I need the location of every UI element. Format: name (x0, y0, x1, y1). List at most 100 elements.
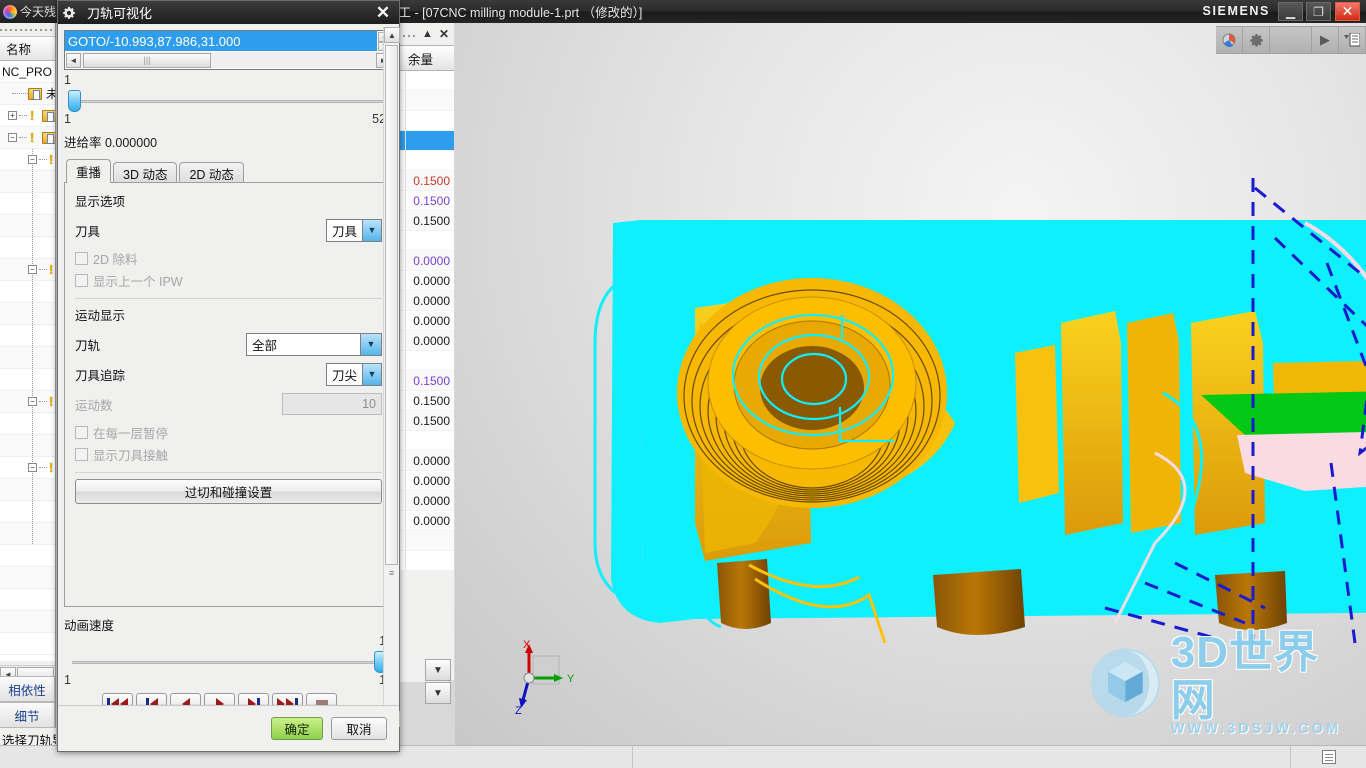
motion-slider[interactable] (64, 90, 393, 112)
table-row[interactable] (398, 351, 454, 371)
dialog-close-icon[interactable]: ✕ (367, 1, 399, 24)
tree-expander-plus[interactable]: + (8, 111, 17, 120)
tree-expander-minus[interactable]: − (28, 155, 37, 164)
scrollbar-thumb[interactable]: ||| (83, 52, 211, 68)
table-row[interactable]: 0.0000 (398, 311, 454, 331)
graphics-viewport[interactable]: ▶ 3D世界网 WWW.3DSJW.COM (455, 23, 1366, 745)
table-row[interactable]: 0.0000 (398, 271, 454, 291)
table-row[interactable]: 0.0000 (398, 251, 454, 271)
tab-replay[interactable]: 重播 (66, 159, 112, 183)
chevron-down-icon[interactable]: ▼ (362, 219, 381, 241)
taskbar-app-chip[interactable]: 今天残 (0, 0, 62, 23)
panel-drag-dots[interactable] (398, 35, 417, 37)
tree-row[interactable] (0, 435, 55, 457)
tree-row[interactable] (0, 633, 55, 655)
chk-show-prev-ipw-row[interactable]: 显示上一个 IPW (75, 269, 382, 291)
document-icon[interactable] (1321, 750, 1336, 764)
tool-display-combo[interactable]: 刀具 ▼ (326, 218, 382, 242)
slider-handle[interactable] (68, 90, 81, 112)
operation-list-rows[interactable]: 0.1500 0.1500 0.1500 0.0000 0.0000 0.0000 0.00… (398, 71, 454, 571)
tree-row[interactable] (0, 369, 55, 391)
animation-speed-slider[interactable] (64, 651, 393, 673)
dialog-title-bar[interactable]: 刀轨可视化 ✕ (58, 1, 399, 24)
tree-row[interactable]: 未 (0, 83, 55, 105)
table-row[interactable] (398, 131, 454, 151)
chk-show-tool-contact-row[interactable]: 显示刀具接触 (75, 443, 382, 465)
sidebar-tab-dependencies[interactable]: 相依性 (0, 676, 55, 702)
tree-row[interactable] (0, 303, 55, 325)
toolbar-blank-slot[interactable] (1270, 26, 1312, 54)
table-row[interactable] (398, 431, 454, 451)
tree-row[interactable] (0, 171, 55, 193)
operation-tree[interactable]: NC_PRO 未 + ! − ! − ! − ! − ! − ! (0, 61, 55, 661)
cancel-button[interactable]: 取消 (331, 717, 387, 740)
tree-row[interactable] (0, 325, 55, 347)
tree-expander-minus[interactable]: − (28, 397, 37, 406)
table-row[interactable]: 0.0000 (398, 491, 454, 511)
table-row[interactable]: 0.0000 (398, 291, 454, 311)
tree-row[interactable] (0, 281, 55, 303)
tool-trace-combo[interactable]: 刀尖 ▼ (326, 362, 382, 386)
tree-expander-minus[interactable]: − (8, 133, 17, 142)
tree-row[interactable] (0, 193, 55, 215)
panel-collapse-icon[interactable]: ▲ (422, 28, 433, 40)
tree-column-header-name[interactable]: 名称 (0, 37, 55, 61)
table-row[interactable]: 0.1500 (398, 171, 454, 191)
tree-row[interactable] (0, 479, 55, 501)
checkbox-pause-each-level[interactable] (75, 425, 88, 439)
checkbox-show-prev-ipw[interactable] (75, 273, 88, 287)
tree-row[interactable] (0, 215, 55, 237)
tree-row[interactable] (0, 237, 55, 259)
goto-selected-line[interactable]: GOTO/-10.993,87.986,31.000 (65, 31, 377, 51)
checkbox-show-tool-contact[interactable] (75, 447, 88, 461)
table-row[interactable]: 0.0000 (398, 331, 454, 351)
chevron-down-icon[interactable]: ▼ (360, 333, 381, 355)
tree-row[interactable]: − ! (0, 127, 55, 149)
tree-row[interactable] (0, 567, 55, 589)
panel-close-icon[interactable]: ✕ (439, 27, 449, 41)
table-row[interactable]: 0.1500 (398, 371, 454, 391)
tree-row[interactable]: − ! (0, 391, 55, 413)
chevron-down-button-1[interactable]: ▼ (425, 659, 451, 681)
color-palette-icon[interactable] (1216, 26, 1243, 54)
tree-row[interactable] (0, 545, 55, 567)
chk-pause-each-level-row[interactable]: 在每一层暂停 (75, 421, 382, 443)
table-row[interactable]: 0.1500 (398, 391, 454, 411)
toolpath-visualization-dialog[interactable]: 刀轨可视化 ✕ GOTO/-10.993,87.986,31.000 ▲ ▼ ◄… (57, 0, 400, 752)
window-restore-button[interactable]: ❐ (1306, 2, 1331, 21)
table-row[interactable] (398, 231, 454, 251)
tree-row[interactable]: − ! (0, 259, 55, 281)
list-menu-icon[interactable] (1339, 26, 1366, 54)
tree-row[interactable] (0, 611, 55, 633)
table-row[interactable]: 0.1500 (398, 211, 454, 231)
play-arrow-icon[interactable]: ▶ (1312, 26, 1339, 54)
gouge-collision-settings-button[interactable]: 过切和碰撞设置 (75, 479, 382, 504)
chevron-down-icon[interactable]: ▼ (362, 363, 381, 385)
motion-listing-box[interactable]: GOTO/-10.993,87.986,31.000 ▲ ▼ ◄ ||| ► (64, 30, 393, 70)
table-row[interactable] (398, 71, 454, 91)
tree-row[interactable] (0, 347, 55, 369)
list-column-header-stock[interactable]: 余量 (398, 45, 454, 71)
tree-expander-minus[interactable]: − (28, 265, 37, 274)
scroll-left-icon[interactable]: ◄ (66, 52, 81, 68)
table-row[interactable]: 0.1500 (398, 411, 454, 431)
scrollbar-thumb[interactable] (385, 45, 398, 565)
table-row[interactable]: 0.0000 (398, 471, 454, 491)
ok-button[interactable]: 确定 (271, 717, 323, 740)
tree-row[interactable]: − ! (0, 457, 55, 479)
chevron-down-button-2[interactable]: ▼ (425, 682, 451, 704)
checkbox-2d-removal[interactable] (75, 251, 88, 265)
toolpath-combo[interactable]: 全部 ▼ (246, 332, 382, 356)
table-row[interactable] (398, 551, 454, 571)
sidebar-tab-details[interactable]: 细节 (0, 702, 55, 728)
tree-row[interactable]: + ! (0, 105, 55, 127)
gear-icon[interactable] (1243, 26, 1270, 54)
tree-row[interactable] (0, 589, 55, 611)
tree-row[interactable] (0, 413, 55, 435)
listing-horizontal-scrollbar[interactable]: ◄ ||| ► (66, 52, 391, 68)
table-row[interactable]: 0.0000 (398, 511, 454, 531)
tree-expander-minus[interactable]: − (28, 463, 37, 472)
table-row[interactable] (398, 111, 454, 131)
window-close-button[interactable]: ✕ (1335, 2, 1360, 21)
chk-2d-removal-row[interactable]: 2D 除料 (75, 247, 382, 269)
